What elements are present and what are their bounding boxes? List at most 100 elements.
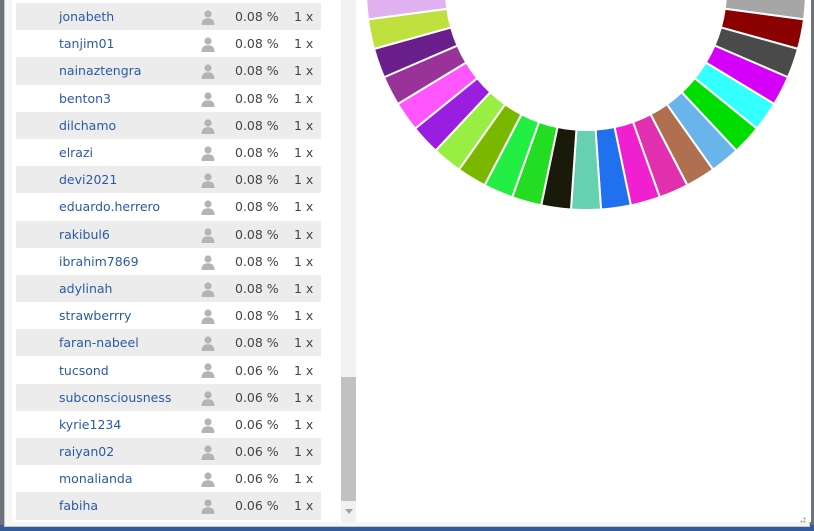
percent-value: 0.08 % (235, 172, 279, 188)
username-link[interactable]: faran-nabeel (59, 335, 139, 350)
username-link[interactable]: devi2021 (59, 172, 117, 187)
count-value: 1 x (294, 36, 314, 52)
table-row: raiyan02 0.06 % 1 x (16, 438, 321, 466)
user-icon (201, 227, 215, 243)
username-link[interactable]: kyrie1234 (59, 417, 121, 432)
username-link[interactable]: ibrahim7869 (59, 254, 139, 269)
user-icon (201, 64, 215, 80)
count-value: 1 x (294, 145, 314, 161)
username-link[interactable]: strawberrry (59, 308, 131, 323)
table-row: tucsond 0.06 % 1 x (16, 356, 321, 383)
percent-value: 0.08 % (235, 253, 279, 269)
percent-value: 0.06 % (235, 471, 279, 487)
username-link[interactable]: fabiha (59, 498, 98, 513)
table-row: kyrie1234 0.06 % 1 x (16, 411, 321, 438)
count-value: 1 x (294, 172, 314, 188)
table-row: eduardo.herrero 0.08 % 1 x (16, 193, 321, 220)
table-row: strawberrry 0.08 % 1 x (16, 302, 321, 329)
percent-value: 0.06 % (235, 416, 279, 432)
count-value: 1 x (294, 389, 314, 405)
username-link[interactable]: jonabeth (59, 9, 114, 24)
percent-value: 0.08 % (235, 90, 279, 106)
username-link[interactable]: rakibul6 (59, 227, 110, 242)
user-icon (201, 472, 215, 488)
count-value: 1 x (294, 471, 314, 487)
table-row: faran-nabeel 0.08 % 1 x (16, 329, 321, 357)
percent-value: 0.08 % (235, 335, 279, 351)
table-row: benton3 0.08 % 1 x (16, 85, 321, 112)
username-link[interactable]: dilchamo (59, 118, 116, 133)
percent-value: 0.08 % (235, 226, 279, 242)
table-row: ibrahim7869 0.08 % 1 x (16, 248, 321, 275)
count-value: 1 x (294, 199, 314, 215)
user-icon (201, 363, 215, 379)
count-value: 1 x (294, 335, 314, 351)
table-row: subconsciousness 0.06 % 1 x (16, 383, 321, 411)
username-link[interactable]: benton3 (59, 91, 111, 106)
count-value: 1 x (294, 9, 314, 25)
user-icon (201, 37, 215, 53)
percent-value: 0.06 % (235, 498, 279, 514)
count-value: 1 x (294, 280, 314, 296)
table-row: nainaztengra 0.08 % 1 x (16, 57, 321, 85)
count-value: 1 x (294, 498, 314, 514)
user-icon (201, 173, 215, 189)
percent-value: 0.08 % (235, 145, 279, 161)
user-icon (201, 309, 215, 325)
resize-grip-icon[interactable] (798, 515, 806, 523)
user-icon (201, 445, 215, 460)
count-value: 1 x (294, 117, 314, 133)
percent-value: 0.08 % (235, 308, 279, 324)
percent-value: 0.06 % (235, 389, 279, 405)
user-icon (201, 146, 215, 161)
user-icon (201, 282, 215, 297)
chart-panel (356, 0, 811, 522)
user-icon (201, 336, 215, 352)
table-row: tanjim01 0.08 % 1 x (16, 30, 321, 57)
count-value: 1 x (294, 444, 314, 460)
percent-value: 0.08 % (235, 63, 279, 79)
scroll-down-arrow-icon[interactable] (345, 509, 353, 514)
percent-value: 0.08 % (235, 280, 279, 296)
scrollbar[interactable] (341, 0, 357, 522)
username-link[interactable]: tanjim01 (59, 36, 115, 51)
user-icon (201, 200, 215, 216)
username-link[interactable]: monalianda (59, 471, 133, 486)
percent-value: 0.08 % (235, 117, 279, 133)
username-link[interactable]: subconsciousness (59, 390, 171, 405)
percent-value: 0.06 % (235, 444, 279, 460)
count-value: 1 x (294, 253, 314, 269)
table-row: jonabeth 0.08 % 1 x (16, 3, 321, 31)
user-icon (201, 418, 215, 433)
count-value: 1 x (294, 362, 314, 378)
username-link[interactable]: tucsond (59, 363, 109, 378)
scrollbar-thumb[interactable] (341, 377, 357, 501)
count-value: 1 x (294, 226, 314, 242)
table-row: monalianda 0.06 % 1 x (16, 465, 321, 492)
user-icon (201, 255, 215, 270)
username-link[interactable]: adylinah (59, 281, 112, 296)
user-icon (201, 499, 215, 515)
username-link[interactable]: raiyan02 (59, 444, 114, 459)
username-link[interactable]: elrazi (59, 145, 93, 160)
user-list-panel: jonabeth 0.08 % 1 x tanjim01 0.08 % 1 x nainaz… (12, 0, 357, 522)
user-list: jonabeth 0.08 % 1 x tanjim01 0.08 % 1 x nainaz… (16, 3, 321, 520)
percent-value: 0.08 % (235, 199, 279, 215)
table-row: elrazi 0.08 % 1 x (16, 139, 321, 166)
percent-value: 0.08 % (235, 36, 279, 52)
table-row: devi2021 0.08 % 1 x (16, 166, 321, 194)
table-row: dilchamo 0.08 % 1 x (16, 111, 321, 139)
username-link[interactable]: eduardo.herrero (59, 199, 160, 214)
table-row: adylinah 0.08 % 1 x (16, 274, 321, 303)
count-value: 1 x (294, 63, 314, 79)
user-icon (201, 391, 215, 406)
user-icon (201, 119, 215, 134)
table-row: rakibul6 0.08 % 1 x (16, 220, 321, 248)
percent-value: 0.06 % (235, 362, 279, 378)
user-icon (201, 91, 215, 107)
username-link[interactable]: nainaztengra (59, 63, 141, 78)
stats-dialog: jonabeth 0.08 % 1 x tanjim01 0.08 % 1 x nainaz… (4, 0, 811, 527)
donut-chart (365, 0, 807, 211)
count-value: 1 x (294, 416, 314, 432)
table-row: fabiha 0.06 % 1 x (16, 492, 321, 520)
